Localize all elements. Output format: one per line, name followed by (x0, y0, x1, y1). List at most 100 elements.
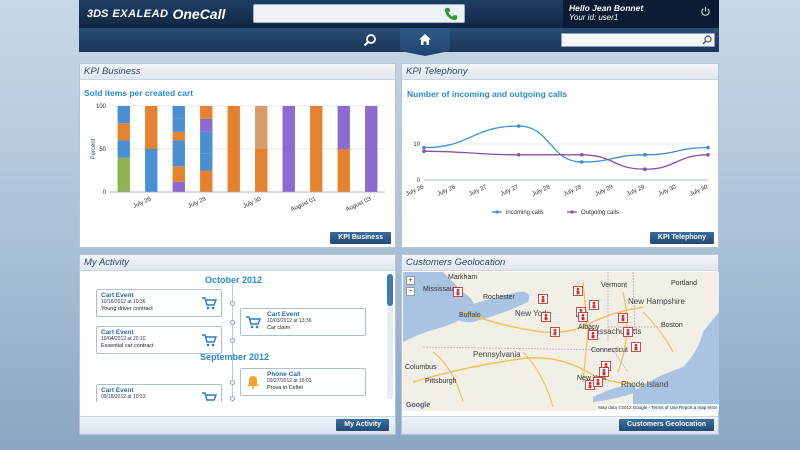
bar-segment[interactable] (200, 131, 213, 154)
customer-marker-icon[interactable] (573, 286, 583, 298)
bar-segment[interactable] (117, 157, 130, 192)
y-tick-label: 50 (99, 147, 106, 153)
activity-event[interactable]: Phone Call 09/27/2012 at 15:03 Prova in Ce… (240, 368, 366, 396)
data-point[interactable] (579, 160, 584, 164)
power-icon[interactable] (700, 6, 711, 17)
data-point[interactable] (643, 167, 647, 171)
report-error-link[interactable]: Report a map error (679, 405, 717, 410)
customer-marker-icon[interactable] (550, 327, 560, 339)
map-label: Markham (448, 274, 478, 281)
bar-segment[interactable] (282, 106, 295, 192)
bar-segment[interactable] (172, 118, 185, 132)
activity-event[interactable]: Cart Event 10/03/2012 at 13:36 Car claim (240, 308, 366, 336)
cart-icon (246, 316, 261, 329)
customer-marker-icon[interactable] (588, 330, 598, 342)
bar-segment[interactable] (117, 123, 130, 141)
zoom-in-button[interactable]: + (406, 276, 415, 285)
activity-event[interactable]: Cart Event 09/18/2012 at 10:33 (96, 384, 222, 402)
ds-logo-mark: 3DS (87, 8, 109, 20)
geolocation-button[interactable]: Customers Geolocation (619, 419, 714, 431)
geolocation-panel: Customers Geolocation + − Markham Missis… (401, 254, 719, 435)
event-title: Cart Event (101, 387, 134, 394)
customer-marker-icon[interactable] (618, 313, 628, 325)
map-label: Boston (661, 322, 683, 329)
map-label: Pennsylvania (473, 350, 521, 359)
bar-segment[interactable] (200, 153, 213, 171)
global-search-input[interactable] (561, 33, 715, 47)
bar-segment[interactable] (255, 149, 268, 192)
activity-scrollbar[interactable] (387, 274, 393, 399)
activity-event[interactable]: Cart Event 10/04/2012 at 20:10 Essential c… (96, 326, 222, 354)
activity-event[interactable]: Cart Event 10/16/2012 at 10:36 Young drive… (96, 289, 222, 317)
data-point[interactable] (516, 153, 521, 157)
customer-marker-icon[interactable] (631, 342, 641, 354)
my-activity-button[interactable]: My Activity (336, 419, 389, 431)
data-point[interactable] (516, 124, 521, 128)
bar-segment[interactable] (200, 106, 213, 119)
legend-marker (495, 210, 499, 214)
bar-segment[interactable] (172, 140, 185, 167)
x-tick-label: July 30 (242, 196, 262, 210)
data-point[interactable] (422, 145, 426, 150)
data-point[interactable] (643, 153, 647, 157)
call-input[interactable] (253, 4, 465, 23)
search-icon[interactable] (363, 33, 377, 47)
google-logo: Google (406, 402, 431, 409)
customer-marker-icon[interactable] (453, 287, 463, 299)
data-point[interactable] (706, 153, 710, 157)
x-tick-label: July 29 (626, 184, 646, 198)
bar-segment[interactable] (172, 181, 185, 192)
bar-segment[interactable] (310, 106, 323, 192)
home-icon (419, 34, 431, 45)
kpi-business-button[interactable]: KPI Business (330, 232, 391, 244)
map-label: Rochester (483, 294, 515, 301)
customers-map[interactable]: + − Markham Mississauga Rochester Buffal… (403, 272, 719, 411)
bar-segment[interactable] (145, 149, 158, 192)
customer-marker-icon[interactable] (623, 327, 633, 339)
bar-segment[interactable] (172, 106, 185, 119)
bar-segment[interactable] (337, 106, 350, 149)
bar-segment[interactable] (200, 118, 213, 132)
app-header: 3DS EXALEAD OneCall Hello Jean Bonnet Yo… (79, 0, 719, 28)
x-tick-label: July 26 (132, 196, 152, 210)
bar-segment[interactable] (145, 106, 158, 149)
scrollbar-thumb[interactable] (387, 274, 393, 306)
legend-label[interactable]: Outgoing calls (581, 210, 619, 216)
bar-segment[interactable] (337, 149, 350, 192)
map-data-link[interactable]: Map data ©2012 Google - Terms of Use (598, 405, 678, 410)
map-label: Pittsburgh (425, 378, 457, 385)
my-activity-title: My Activity (80, 255, 395, 271)
kpi-telephony-panel: KPI Telephony Number of incoming and out… (401, 63, 719, 248)
month-header: October 2012 (205, 275, 263, 285)
user-info: Hello Jean Bonnet Your id: user1 (563, 0, 719, 28)
bar-segment[interactable] (227, 106, 240, 192)
data-point[interactable] (422, 149, 426, 153)
logo-brand: EXALEAD (112, 8, 169, 20)
bar-segment[interactable] (172, 131, 185, 141)
customer-marker-icon[interactable] (538, 294, 548, 306)
customer-marker-icon[interactable] (599, 367, 609, 379)
bar-segment[interactable] (255, 106, 268, 149)
home-tab[interactable] (400, 28, 450, 56)
search-icon[interactable] (702, 35, 712, 45)
bar-segment[interactable] (365, 106, 378, 192)
customer-marker-icon[interactable] (589, 300, 599, 312)
app-logo[interactable]: 3DS EXALEAD OneCall (87, 6, 225, 22)
data-point[interactable] (579, 153, 584, 157)
data-point[interactable] (706, 145, 710, 150)
zoom-out-button[interactable]: − (406, 287, 415, 296)
customer-marker-icon[interactable] (578, 312, 588, 324)
x-tick-label: July 30 (689, 184, 709, 198)
kpi-telephony-button[interactable]: KPI Telephony (649, 232, 714, 244)
bar-segment[interactable] (117, 140, 130, 158)
bar-segment[interactable] (200, 170, 213, 193)
x-tick-label: July 26 (405, 184, 425, 198)
legend-label[interactable]: incoming calls (506, 210, 544, 216)
bar-segment[interactable] (172, 166, 185, 182)
event-text: Cart Event 10/03/2012 at 13:36 Car claim (267, 311, 361, 331)
bar-segment[interactable] (117, 106, 130, 124)
phone-icon[interactable] (444, 7, 458, 21)
map-label: Connecticut (591, 347, 628, 354)
customer-marker-icon[interactable] (541, 312, 551, 324)
x-tick-label: July 27 (468, 184, 488, 198)
